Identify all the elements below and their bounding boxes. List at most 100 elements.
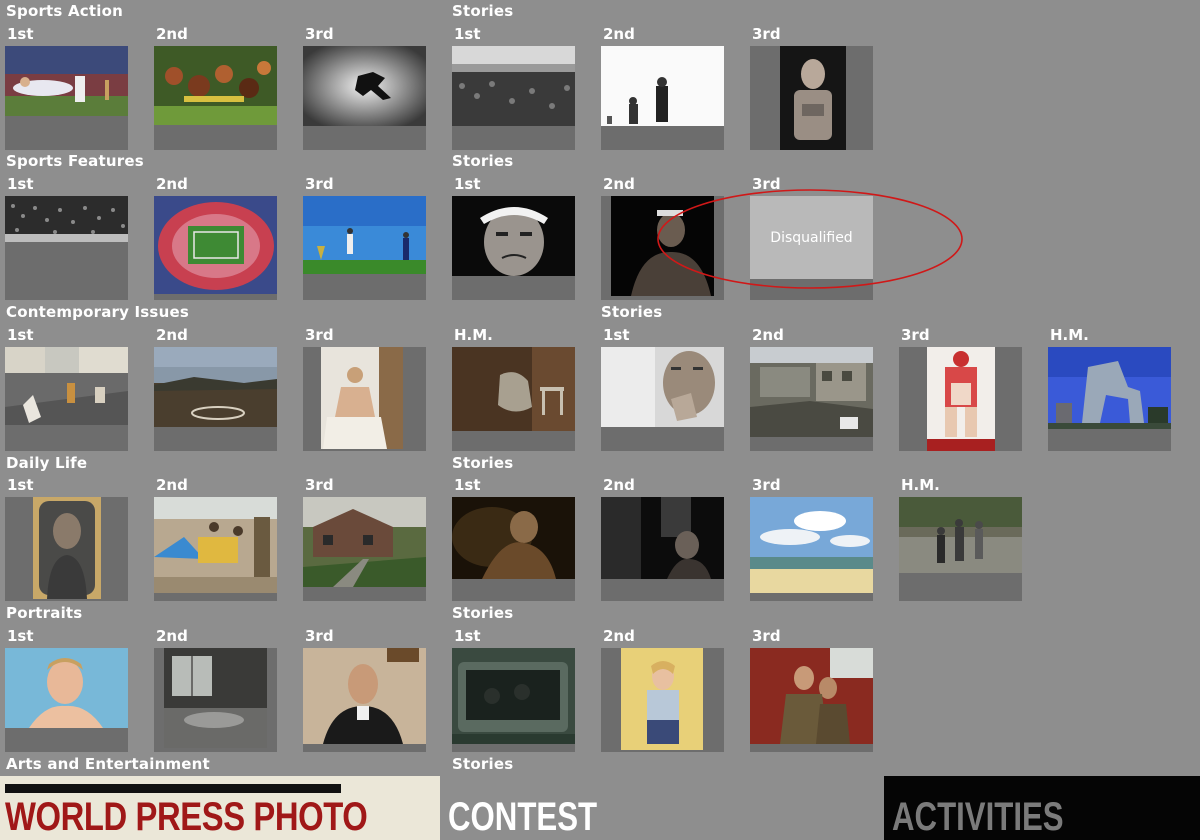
photo-cell: 1st xyxy=(5,627,128,752)
photo-thumbnail-link[interactable] xyxy=(601,648,724,752)
photo-thumbnail-link[interactable] xyxy=(601,347,724,451)
photo-thumbnail-link[interactable] xyxy=(750,347,873,451)
rank-label: 2nd xyxy=(156,476,188,494)
photo-thumbnail xyxy=(164,648,267,748)
rank-label: 1st xyxy=(454,627,481,645)
rank-label: 3rd xyxy=(752,25,781,43)
photo-thumbnail xyxy=(780,46,846,150)
photo-cell: 2nd xyxy=(154,25,277,150)
photo-thumbnail-link[interactable] xyxy=(303,347,426,451)
photo-thumbnail-link[interactable] xyxy=(750,648,873,752)
activities-nav-link[interactable]: ACTIVITIES xyxy=(884,776,1200,840)
photo-cell: 1st xyxy=(5,175,128,300)
photo-thumbnail xyxy=(927,347,995,451)
category-title-sports-action: Sports Action xyxy=(6,2,123,20)
photo-thumbnail-link[interactable] xyxy=(452,648,575,752)
photo-thumbnail-link[interactable] xyxy=(154,497,277,601)
rank-label: H.M. xyxy=(1050,326,1089,344)
stories-title-contemporary-issues: Stories xyxy=(601,303,663,321)
photo-thumbnail-link[interactable] xyxy=(452,497,575,601)
photo-cell: 2nd xyxy=(154,326,277,451)
photo-thumbnail-link[interactable] xyxy=(452,46,575,150)
stories-title-portraits: Stories xyxy=(452,604,514,622)
photo-thumbnail-link[interactable] xyxy=(154,347,277,451)
photo-thumbnail-link[interactable] xyxy=(750,46,873,150)
photo-thumbnail xyxy=(1048,347,1171,429)
photo-thumbnail xyxy=(154,347,277,427)
photo-thumbnail-link[interactable] xyxy=(5,347,128,451)
rank-label: 1st xyxy=(7,326,34,344)
photo-thumbnail xyxy=(750,648,873,744)
photo-cell: 1st xyxy=(452,25,575,150)
photo-thumbnail xyxy=(5,196,128,242)
photo-cell: 2nd xyxy=(154,476,277,601)
photo-thumbnail-link[interactable] xyxy=(452,347,575,451)
photo-thumbnail xyxy=(33,497,101,599)
rank-label: 3rd xyxy=(752,175,781,193)
photo-thumbnail xyxy=(154,46,277,125)
photo-thumbnail-link[interactable] xyxy=(154,648,277,752)
photo-cell: 1st xyxy=(601,326,724,451)
photo-cell: 3rd xyxy=(303,326,426,451)
rank-label: 3rd xyxy=(305,627,334,645)
rank-label: 3rd xyxy=(305,476,334,494)
stories-title-arts-entertainment: Stories xyxy=(452,755,514,773)
photo-thumbnail-link[interactable] xyxy=(5,196,128,300)
bottom-nav: WORLD PRESS PHOTO CONTEST ACTIVITIES xyxy=(0,776,1200,840)
photo-thumbnail xyxy=(452,196,575,276)
photo-cell: 2nd xyxy=(154,175,277,300)
logo-text: WORLD PRESS PHOTO xyxy=(5,795,368,839)
rank-label: 1st xyxy=(7,175,34,193)
category-title-daily-life: Daily Life xyxy=(6,454,88,472)
photo-thumbnail xyxy=(154,196,277,294)
photo-thumbnail-link[interactable] xyxy=(5,46,128,150)
photo-thumbnail xyxy=(750,497,873,593)
photo-cell: 1st xyxy=(5,326,128,451)
logo-rule xyxy=(5,784,341,793)
photo-thumbnail-link[interactable]: Disqualified xyxy=(750,196,873,300)
world-press-photo-logo[interactable]: WORLD PRESS PHOTO xyxy=(0,776,440,840)
photo-thumbnail-link[interactable] xyxy=(154,196,277,300)
photo-thumbnail-link[interactable] xyxy=(154,46,277,150)
photo-thumbnail xyxy=(452,497,575,579)
rank-label: 1st xyxy=(454,25,481,43)
photo-cell: 1st xyxy=(5,25,128,150)
photo-cell: 3rd xyxy=(750,25,873,150)
photo-thumbnail-link[interactable] xyxy=(601,497,724,601)
photo-thumbnail-link[interactable] xyxy=(303,46,426,150)
photo-thumbnail-link[interactable] xyxy=(601,196,724,300)
category-title-contemporary-issues: Contemporary Issues xyxy=(6,303,189,321)
activities-label: ACTIVITIES xyxy=(892,795,1064,839)
photo-thumbnail xyxy=(611,196,714,296)
rank-label: 2nd xyxy=(156,175,188,193)
photo-thumbnail-link[interactable] xyxy=(899,497,1022,601)
photo-thumbnail-link[interactable] xyxy=(5,648,128,752)
photo-thumbnail-link[interactable] xyxy=(750,497,873,601)
photo-cell: 1st xyxy=(5,476,128,601)
stories-title-daily-life: Stories xyxy=(452,454,514,472)
photo-thumbnail xyxy=(621,648,703,750)
rank-label: 1st xyxy=(7,476,34,494)
photo-thumbnail-link[interactable] xyxy=(303,648,426,752)
photo-thumbnail-link[interactable] xyxy=(5,497,128,601)
photo-thumbnail xyxy=(452,46,575,126)
photo-thumbnail xyxy=(303,46,426,126)
photo-thumbnail xyxy=(601,497,724,579)
rank-label: 1st xyxy=(454,175,481,193)
photo-cell: 2nd xyxy=(601,476,724,601)
rank-label: 2nd xyxy=(156,326,188,344)
photo-thumbnail-link[interactable] xyxy=(1048,347,1171,451)
photo-thumbnail-link[interactable] xyxy=(303,196,426,300)
photo-thumbnail xyxy=(899,497,1022,573)
contest-nav-link[interactable]: CONTEST xyxy=(448,794,597,840)
photo-thumbnail-link[interactable] xyxy=(303,497,426,601)
rank-label: 2nd xyxy=(603,476,635,494)
photo-thumbnail xyxy=(5,347,128,425)
photo-thumbnail-link[interactable] xyxy=(452,196,575,300)
photo-thumbnail-link[interactable] xyxy=(899,347,1022,451)
photo-thumbnail-link[interactable] xyxy=(601,46,724,150)
rank-label: 2nd xyxy=(603,25,635,43)
photo-thumbnail xyxy=(601,347,724,427)
photo-cell: 1st xyxy=(452,476,575,601)
photo-cell: 1st xyxy=(452,627,575,752)
